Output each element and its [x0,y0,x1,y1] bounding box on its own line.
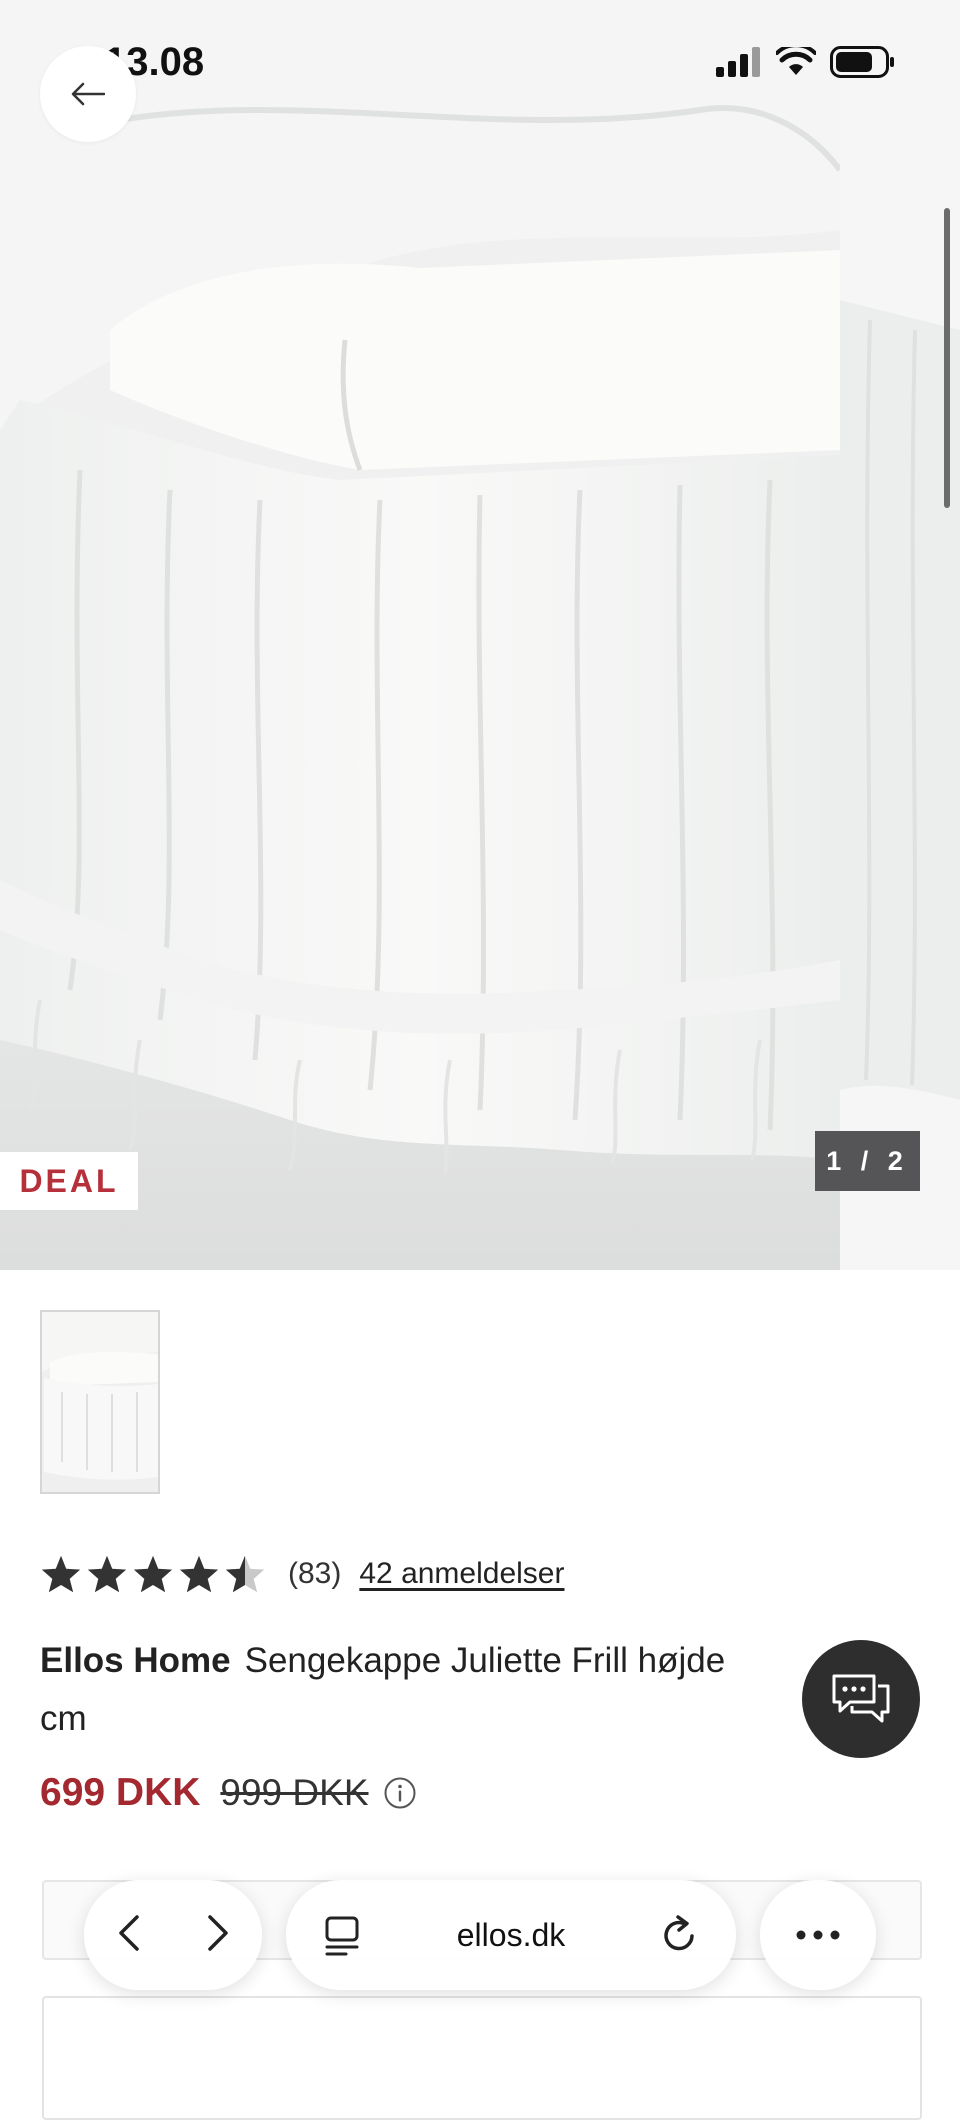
back-button[interactable] [40,46,136,142]
deal-badge: DEAL [0,1152,138,1210]
star-icon [179,1555,219,1593]
product-photo [0,0,960,1270]
wifi-icon [776,47,816,75]
rating-count: (83) [288,1557,342,1590]
chevron-left-icon [118,1914,139,1951]
more-button[interactable] [760,1880,876,1990]
thumbnail-photo [42,1312,158,1492]
chevron-right-icon [207,1914,228,1951]
reload-icon [664,1915,694,1951]
product-brand[interactable]: Ellos Home [40,1641,231,1680]
chat-button[interactable] [802,1640,920,1758]
battery-icon [830,46,894,78]
image-counter: 1 / 2 [815,1131,920,1191]
info-icon [384,1777,415,1809]
star-icon [87,1555,127,1593]
product-name: Sengekappe Juliette Frill højde [244,1641,726,1680]
price-info-button[interactable] [383,1776,417,1810]
original-price: 999 DKK [220,1772,369,1813]
current-price: 699 DKK [40,1771,201,1814]
arrow-left-icon [71,82,105,106]
half-star-icon [225,1555,265,1593]
rating-row: (83) 42 anmeldelser [40,1552,564,1596]
star-rating [40,1554,266,1594]
chat-bubbles-icon [832,1674,890,1723]
back-nav-button[interactable] [115,1913,143,1958]
product-name-end: cm [40,1699,87,1738]
address-bar[interactable]: ellos.dk [286,1880,736,1990]
page-scrollbar[interactable] [944,208,950,508]
browser-nav-controls [84,1880,262,1990]
reviews-link[interactable]: 42 anmeldelser [359,1557,564,1591]
image-thumbnail[interactable] [40,1310,160,1494]
reload-button[interactable] [658,1914,700,1961]
signal-icon [716,47,760,77]
more-icon [796,1930,840,1940]
product-title: Ellos Home Sengekappe Juliette Frill højd… [40,1632,840,1748]
status-icons [716,46,896,78]
star-icon [133,1555,173,1593]
product-image-gallery[interactable]: 13.08 DEAL 1 / 2 [0,0,960,1270]
star-icon [41,1555,81,1593]
forward-nav-button[interactable] [204,1913,232,1958]
add-to-cart-area[interactable] [42,1996,922,2120]
price-row: 699 DKK 999 DKK [40,1765,417,1821]
